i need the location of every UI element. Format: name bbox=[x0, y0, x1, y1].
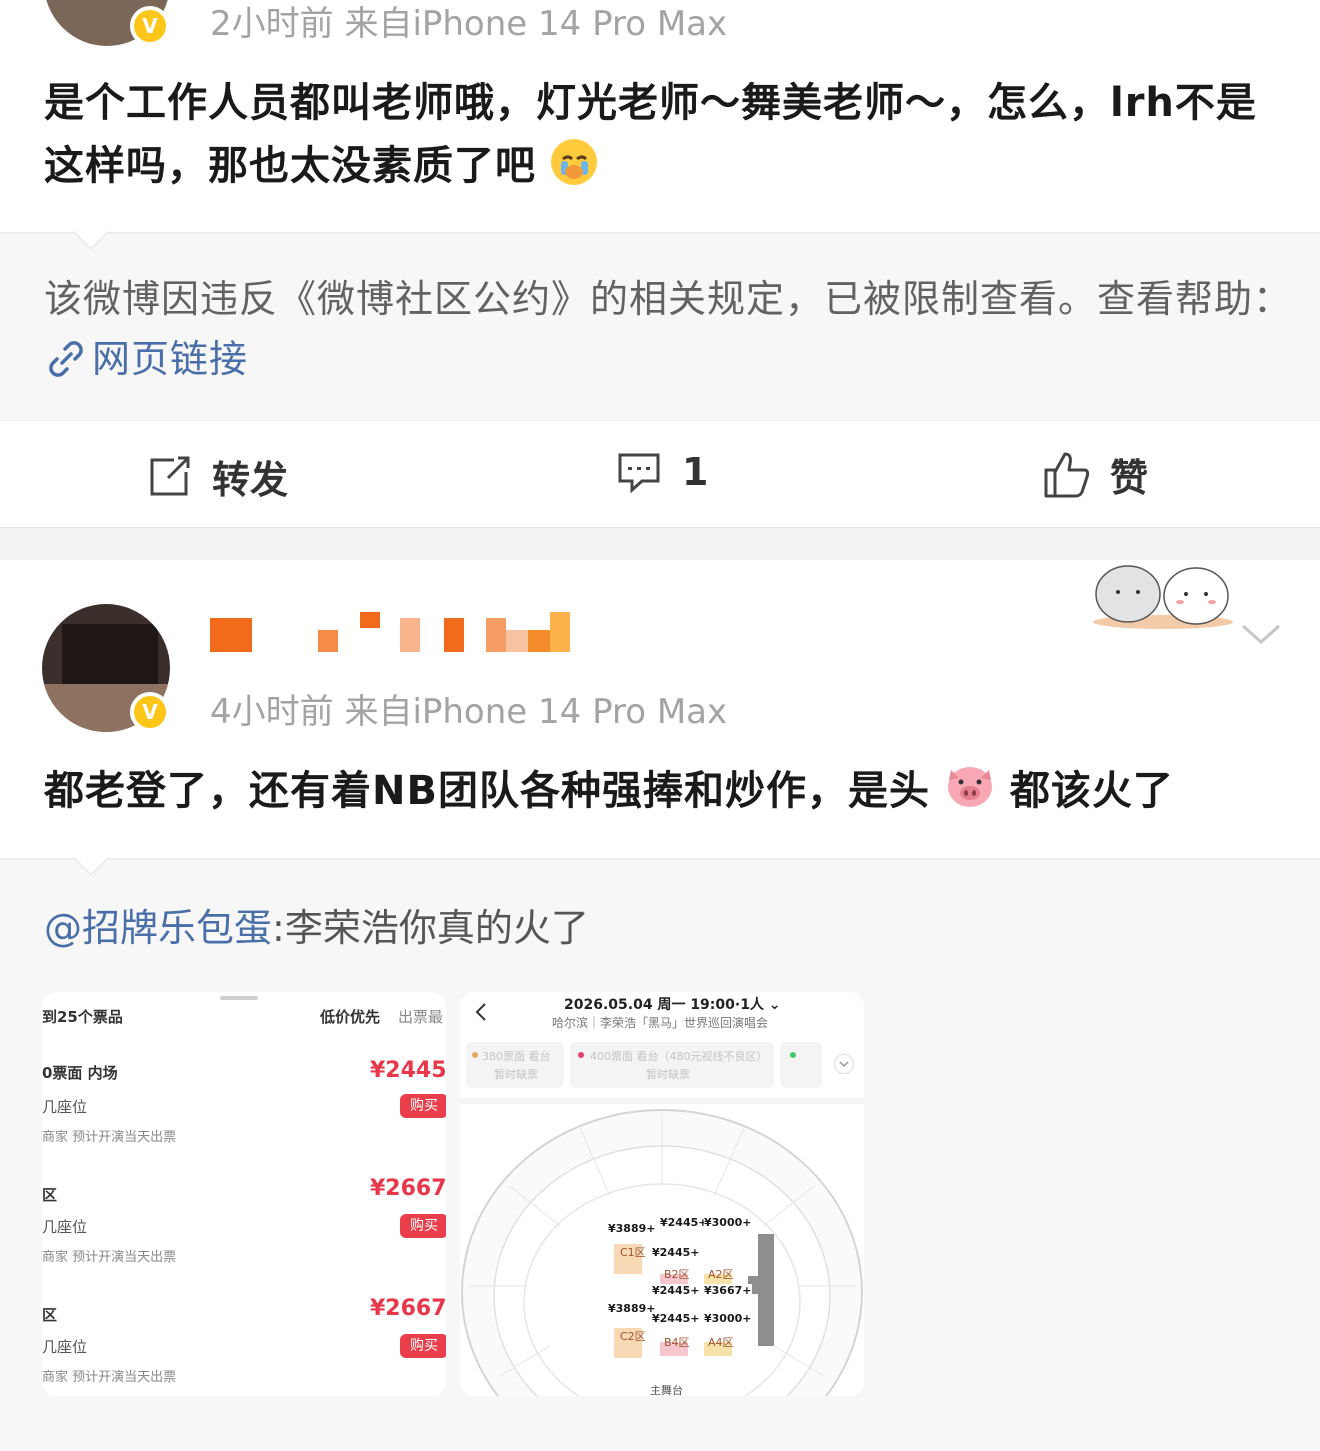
stage-label: 主舞台 bbox=[650, 1384, 683, 1396]
restricted-repost-box: 该微博因违反《微博社区公约》的相关规定，已被限制查看。查看帮助： 网页链接 bbox=[0, 213, 1320, 422]
restricted-notice-text: 该微博因违反《微博社区公约》的相关规定，已被限制查看。查看帮助： bbox=[44, 277, 1293, 321]
divider bbox=[460, 1098, 864, 1104]
tier-label: 380票面 看台 bbox=[482, 1050, 551, 1063]
post-meta: 2小时前 来自iPhone 14 Pro Max bbox=[210, 4, 728, 44]
zone-label: C1区 bbox=[620, 1246, 646, 1259]
ticket-price: ¥2667/ bbox=[370, 1176, 446, 1201]
ticket-price: ¥2445/ bbox=[370, 1058, 446, 1083]
restricted-notice: 该微博因违反《微博社区公约》的相关规定，已被限制查看。查看帮助： bbox=[44, 268, 1294, 330]
zone-label: A2区 bbox=[708, 1268, 734, 1281]
price-tag: ¥2445+ bbox=[652, 1284, 700, 1297]
post-text-segment: 这样吗，那也太没素质了吧 bbox=[44, 143, 536, 189]
comment-icon bbox=[616, 449, 662, 495]
tier-dot bbox=[790, 1052, 796, 1058]
comment-count: 1 bbox=[682, 450, 709, 494]
ticket-title: 区 bbox=[42, 1186, 58, 1204]
buy-button[interactable]: 购买 bbox=[400, 1334, 446, 1358]
repost-icon bbox=[146, 454, 192, 500]
price-tag: ¥3667+ bbox=[704, 1284, 752, 1297]
ticket-row[interactable]: 0票面 内场 几座位 商家 预计开演当天出票 ¥2445/ 购买 bbox=[42, 1058, 446, 1172]
ticket-price: ¥2667/ bbox=[370, 1296, 446, 1321]
price-tag: ¥3000+ bbox=[704, 1312, 752, 1325]
ticket-note: 商家 预计开演当天出票 bbox=[42, 1370, 177, 1385]
event-subtitle: 哈尔滨｜李荣浩「黑马」世界巡回演唱会 bbox=[552, 1016, 769, 1030]
price-tag: ¥2445+ bbox=[652, 1246, 700, 1259]
tier-status: 暂时缺票 bbox=[646, 1068, 690, 1081]
crying-face-icon bbox=[550, 139, 597, 185]
drag-handle bbox=[220, 996, 258, 1000]
ticket-title: 0票面 内场 bbox=[42, 1064, 118, 1082]
tier-dot bbox=[472, 1052, 478, 1058]
zone-label: C2区 bbox=[620, 1330, 646, 1343]
tier-tab[interactable]: 400票面 看台（480元视线不良区） 暂时缺票 bbox=[570, 1042, 774, 1088]
tier-tab[interactable]: 380票面 看台 暂时缺票 bbox=[466, 1042, 564, 1088]
ticket-seat: 几座位 bbox=[42, 1338, 88, 1356]
action-bar: 转发 1 赞 bbox=[0, 420, 1320, 528]
username-pixelated[interactable] bbox=[210, 610, 580, 660]
ticket-row[interactable]: 区 几座位 商家 预计开演当天出票 ¥2667/ 购买 bbox=[42, 1296, 446, 1394]
like-button[interactable]: 赞 bbox=[1042, 447, 1148, 502]
ticket-list-image[interactable]: 到25个票品 低价优先 出票最 0票面 内场 几座位 商家 预计开演当天出票 ¥… bbox=[42, 992, 446, 1396]
comment-button[interactable]: 1 bbox=[616, 449, 708, 495]
weibo-post-1: V 2小时前 来自iPhone 14 Pro Max 是个工作人员都叫老师哦，灯… bbox=[0, 0, 1320, 232]
zone-label: B2区 bbox=[664, 1268, 690, 1281]
mention-link[interactable]: @招牌乐包蛋 bbox=[44, 906, 272, 950]
tier-tab[interactable] bbox=[780, 1042, 822, 1088]
zone-label: B4区 bbox=[664, 1336, 690, 1349]
repost-button[interactable]: 转发 bbox=[146, 449, 288, 504]
ticket-title: 区 bbox=[42, 1306, 58, 1324]
ticket-seat: 几座位 bbox=[42, 1218, 88, 1236]
sort-fast-issue[interactable]: 出票最 bbox=[398, 1006, 443, 1027]
post-meta: 4小时前 来自iPhone 14 Pro Max bbox=[210, 692, 728, 732]
original-post-text: @招牌乐包蛋:李荣浩你真的火了 bbox=[44, 900, 589, 956]
post-text: 是个工作人员都叫老师哦，灯光老师～舞美老师～，怎么，lrh不是 这样吗，那也太没… bbox=[44, 72, 1284, 198]
buy-button[interactable]: 购买 bbox=[400, 1094, 446, 1118]
pig-face-icon bbox=[945, 760, 995, 810]
tier-status: 暂时缺票 bbox=[494, 1068, 538, 1081]
buy-button[interactable]: 购买 bbox=[400, 1214, 446, 1238]
original-post-box[interactable]: @招牌乐包蛋:李荣浩你真的火了 到25个票品 低价优先 出票最 0票面 内场 几… bbox=[0, 839, 1320, 1451]
thumbs-up-icon bbox=[1042, 450, 1092, 500]
post-text-line: 是个工作人员都叫老师哦，灯光老师～舞美老师～，怎么，lrh不是 bbox=[44, 80, 1257, 126]
tier-label: 400票面 看台（480元视线不良区） bbox=[590, 1050, 768, 1063]
ticket-note: 商家 预计开演当天出票 bbox=[42, 1130, 177, 1145]
link-icon bbox=[44, 337, 88, 381]
seat-map-image[interactable]: 2026.05.04 周一 19:00·1人 ⌄ 哈尔滨｜李荣浩「黑马」世界巡回… bbox=[460, 992, 864, 1396]
price-tag: ¥3889+ bbox=[608, 1222, 656, 1235]
post-text-line: 这样吗，那也太没素质了吧 bbox=[44, 135, 1284, 198]
post-text-segment: 都老登了，还有着NB团队各种强捧和炒作，是头 bbox=[44, 768, 930, 814]
verified-badge-icon: V bbox=[130, 6, 170, 46]
cat-sticker-icon bbox=[1088, 556, 1238, 632]
sort-low-price[interactable]: 低价优先 bbox=[320, 1006, 380, 1027]
original-post-content: :李荣浩你真的火了 bbox=[272, 906, 589, 950]
event-datetime[interactable]: 2026.05.04 周一 19:00·1人 ⌄ bbox=[564, 994, 781, 1014]
verified-badge-icon: V bbox=[130, 692, 170, 732]
post-text-segment: 都该火了 bbox=[1009, 768, 1174, 814]
weibo-post-2: V 4小时前 来自iPhone 14 Pro Max 都老登了，还有着NB团队各… bbox=[0, 560, 1320, 860]
price-tag: ¥3889+ bbox=[608, 1302, 656, 1315]
price-tag: ¥3000+ bbox=[704, 1216, 752, 1229]
repost-label: 转发 bbox=[212, 458, 289, 502]
ticket-row[interactable]: 区 几座位 商家 预计开演当天出票 ¥2667/ 购买 bbox=[42, 1176, 446, 1294]
ticket-seat: 几座位 bbox=[42, 1098, 88, 1116]
like-label: 赞 bbox=[1110, 456, 1149, 500]
ticket-note: 商家 预计开演当天出票 bbox=[42, 1250, 177, 1265]
web-link-label: 网页链接 bbox=[92, 337, 249, 381]
chevron-down-icon[interactable] bbox=[1240, 618, 1282, 648]
ticket-count: 到25个票品 bbox=[42, 1008, 123, 1026]
tier-dot bbox=[578, 1052, 584, 1058]
zone-label: A4区 bbox=[708, 1336, 734, 1349]
price-tag: ¥2445+ bbox=[660, 1216, 708, 1229]
web-link[interactable]: 网页链接 bbox=[44, 328, 248, 390]
back-arrow-icon[interactable] bbox=[472, 1002, 492, 1022]
price-tag: ¥2445+ bbox=[652, 1312, 700, 1325]
post-text: 都老登了，还有着NB团队各种强捧和炒作，是头 都该火了 bbox=[44, 760, 1304, 823]
expand-chevron-icon[interactable] bbox=[834, 1054, 854, 1074]
